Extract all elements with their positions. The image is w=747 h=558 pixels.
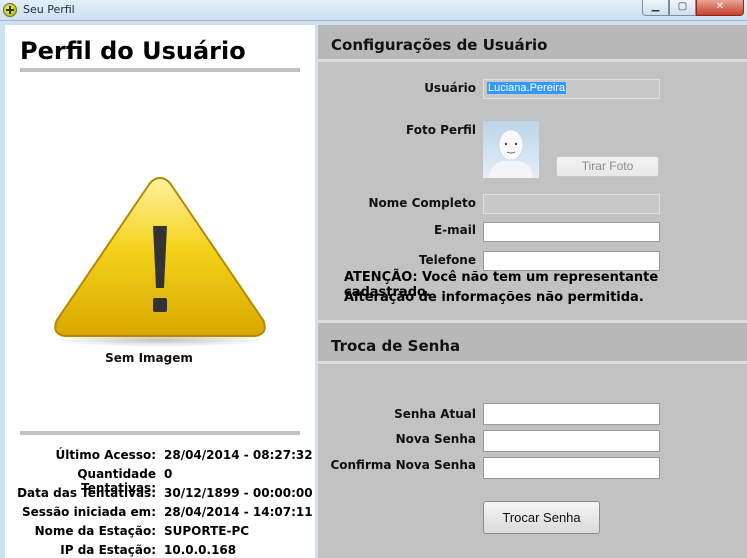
no-image-caption: Sem Imagem <box>105 351 193 365</box>
maximize-icon: ▢ <box>677 1 688 12</box>
confirm-password-label: Confirma Nova Senha <box>330 458 476 472</box>
profile-summary-panel: Perfil do Usuário Sem Imagem Último Aces… <box>5 25 315 558</box>
phone-label: Telefone <box>418 253 476 267</box>
email-field[interactable] <box>483 222 660 242</box>
last-access-value: 28/04/2014 - 08:27:32 <box>164 448 313 462</box>
avatar <box>483 121 539 178</box>
full-name-field[interactable] <box>483 194 660 214</box>
minimize-icon: ▁ <box>651 1 660 12</box>
settings-panel: Configurações de Usuário Usuário Luciana… <box>318 25 747 558</box>
minimize-button[interactable]: ▁ <box>642 0 669 16</box>
confirm-password-field[interactable] <box>483 457 660 479</box>
session-start-value: 28/04/2014 - 14:07:11 <box>164 505 313 519</box>
window-title: Seu Perfil <box>23 3 75 16</box>
phone-field[interactable] <box>483 251 660 271</box>
last-access-label: Último Acesso: <box>55 448 157 462</box>
close-icon: ✕ <box>715 1 725 12</box>
attempts-date-value: 30/12/1899 - 00:00:00 <box>164 486 313 500</box>
take-photo-button[interactable]: Tirar Foto <box>556 156 659 177</box>
full-name-label: Nome Completo <box>368 196 476 210</box>
app-icon <box>3 3 17 17</box>
password-section-title: Troca de Senha <box>331 337 461 355</box>
maximize-button[interactable]: ▢ <box>669 0 696 16</box>
page-title: Perfil do Usuário <box>20 37 246 65</box>
profile-photo-label: Foto Perfil <box>406 123 476 137</box>
title-divider <box>20 68 300 72</box>
station-name-value: SUPORTE-PC <box>164 524 250 538</box>
current-password-label: Senha Atual <box>394 407 476 421</box>
window-titlebar: Seu Perfil ▁ ▢ ✕ <box>0 0 747 21</box>
warning-icon <box>50 176 270 347</box>
new-password-label: Nova Senha <box>395 432 476 446</box>
config-header-rule <box>318 59 747 62</box>
attempts-count-value: 0 <box>164 467 173 481</box>
station-name-label: Nome da Estação: <box>34 524 156 538</box>
warning-line-2: Alteração de informações não permitida. <box>344 290 644 305</box>
station-ip-label: IP da Estação: <box>60 543 156 557</box>
close-button[interactable]: ✕ <box>696 0 744 16</box>
email-label: E-mail <box>433 223 476 237</box>
username-field[interactable]: Luciana.Pereira <box>483 79 660 99</box>
username-label: Usuário <box>424 81 476 95</box>
username-value: Luciana.Pereira <box>487 82 567 94</box>
info-divider <box>20 431 300 435</box>
current-password-field[interactable] <box>483 403 660 425</box>
session-start-label: Sessão iniciada em: <box>22 505 156 519</box>
avatar-placeholder-icon <box>489 129 533 178</box>
config-section-title: Configurações de Usuário <box>331 36 548 54</box>
password-header-rule <box>318 361 747 364</box>
change-password-button[interactable]: Trocar Senha <box>483 501 600 534</box>
attempts-date-label: Data das Tentativas: <box>17 486 156 500</box>
station-ip-value: 10.0.0.168 <box>164 543 237 557</box>
new-password-field[interactable] <box>483 430 660 452</box>
